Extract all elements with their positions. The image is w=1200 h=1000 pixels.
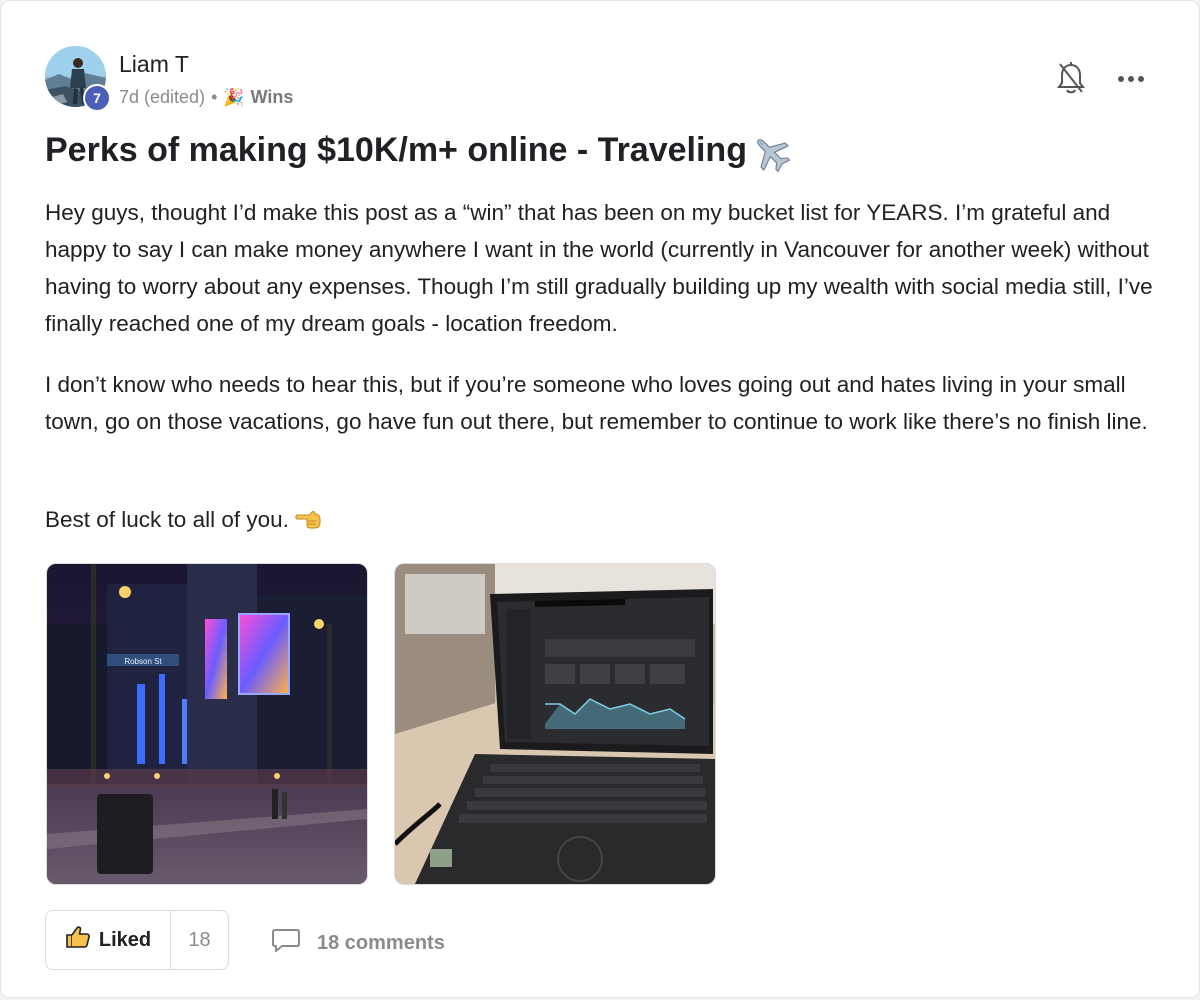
laptop-analytics-photo[interactable]	[394, 563, 716, 885]
post-time: 7d (edited)	[119, 87, 206, 107]
closing-text: Best of luck to all of you.	[45, 507, 289, 532]
like-count[interactable]: 18	[171, 911, 228, 969]
post-paragraph-2: I don’t know who needs to hear this, but…	[45, 372, 1148, 434]
city-street-night-photo[interactable]: Robson St	[46, 563, 368, 885]
post-title: Perks of making $10K/m+ online - Traveli…	[45, 131, 747, 169]
like-button-group: Liked 18	[45, 910, 229, 970]
street-sign: Robson St	[124, 657, 162, 666]
post-category[interactable]: Wins	[251, 87, 294, 108]
like-button[interactable]: Liked	[46, 911, 171, 969]
comment-bubble-icon	[271, 927, 301, 959]
airplane-icon	[751, 133, 791, 173]
level-badge: 7	[83, 84, 111, 112]
comments-label: 18 comments	[317, 931, 445, 954]
comments-link[interactable]: 18 comments	[271, 927, 445, 959]
more-options-icon[interactable]	[1115, 67, 1147, 91]
post-paragraph-3: Best of luck to all of you.	[45, 501, 1170, 538]
party-popper-icon: 🎉	[223, 87, 245, 107]
thumbs-up-icon	[65, 925, 91, 955]
meta-separator: •	[211, 87, 218, 107]
like-label: Liked	[98, 928, 152, 951]
post-meta: 7d (edited) • 🎉 Wins	[119, 87, 293, 108]
pointing-hand-icon	[295, 504, 323, 529]
post-paragraph-1: Hey guys, thought I’d make this post as …	[45, 200, 1153, 336]
author-name[interactable]: Liam T	[119, 51, 189, 78]
bell-icon[interactable]	[1057, 61, 1085, 95]
post-card: 7 Liam T 7d (edited) • 🎉 Wins Perks of m…	[0, 0, 1200, 998]
